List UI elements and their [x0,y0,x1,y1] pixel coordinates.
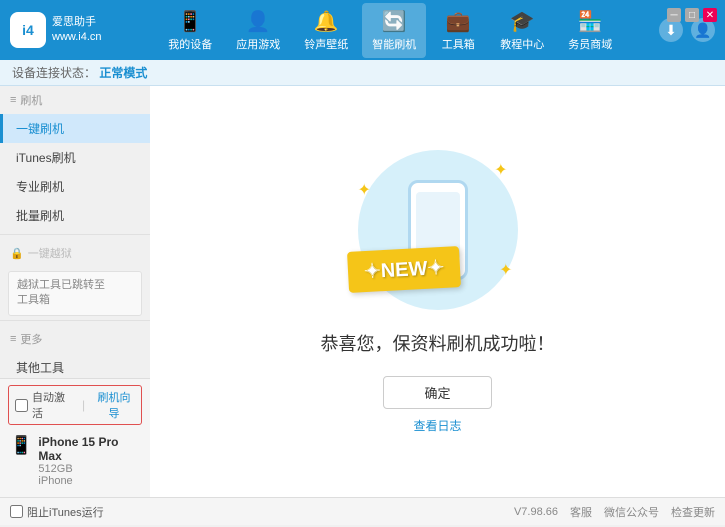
sparkle-icon-1: ✦ [494,160,507,180]
nav-item-toolbox[interactable]: 💼 工具箱 [430,3,486,58]
guide-button[interactable]: 刷机向导 [93,389,135,421]
more-group-icon: ≡ [10,333,16,345]
confirm-button[interactable]: 确定 [383,376,491,409]
nav-item-tutorial[interactable]: 🎓 教程中心 [490,3,554,58]
sidebar-item-pro-flash[interactable]: 专业刷机 [0,172,150,201]
store-nav-icon: 🏪 [578,9,603,34]
jailbreak-notice: 越狱工具已跳转至工具箱 [8,271,142,316]
bottom-left: 阻止iTunes运行 [10,504,104,520]
phone-icon: 📱 [10,435,32,456]
sidebar-section-more: ≡ 更多 其他工具 下载固件 高级功能 [0,325,150,378]
sidebar-group-more-header: ≡ 更多 [0,325,150,353]
nav-item-store[interactable]: 🏪 务员商域 [558,3,622,58]
phone-circle: ✦ ✦ ✦ ✦NEW✦ [358,150,518,310]
device-info: 📱 iPhone 15 Pro Max 512GB iPhone [8,431,142,491]
device-panel: 自动激活 | 刷机向导 📱 iPhone 15 Pro Max 512GB iP… [0,378,150,497]
sparkle-icon-2: ✦ [358,180,371,200]
toolbox-nav-icon: 💼 [446,9,471,34]
status-bar: 设备连接状态： 正常模式 [0,60,725,86]
nav-item-ringtones[interactable]: 🔔 铃声壁纸 [294,3,358,58]
sidebar-group-jailbreak-header: 🔒 一键越狱 [0,239,150,267]
header: i4 爱思助手 www.i4.cn 📱 我的设备 👤 应用游戏 🔔 铃声壁纸 🔄 [0,0,725,60]
tutorial-nav-icon: 🎓 [510,9,535,34]
logo-icon: i4 [10,12,46,48]
wechat-link[interactable]: 微信公众号 [604,504,659,520]
sidebar-section-jailbreak: 🔒 一键越狱 越狱工具已跳转至工具箱 [0,239,150,316]
phone-illustration: ✦ ✦ ✦ ✦NEW✦ [358,150,518,310]
check-update-link[interactable]: 检查更新 [671,504,715,520]
main-area: ≡ 刷机 一键刷机 iTunes刷机 专业刷机 批量刷机 [0,86,725,497]
nav-item-smart-flash[interactable]: 🔄 智能刷机 [362,3,426,58]
device-storage: 512GB [38,463,140,475]
version-label: V7.98.66 [514,506,558,518]
customer-service-link[interactable]: 客服 [570,504,592,520]
apps-nav-icon: 👤 [246,9,271,34]
sidebar-scroll: ≡ 刷机 一键刷机 iTunes刷机 专业刷机 批量刷机 [0,86,150,378]
flash-group-icon: ≡ [10,94,16,106]
window-controls: ─ □ ✕ [667,8,717,22]
device-nav-icon: 📱 [178,9,203,34]
success-message: 恭喜您，保资料刷机成功啦！ [321,330,555,356]
new-badge: ✦NEW✦ [347,246,461,293]
auto-activate-row: 自动激活 | 刷机向导 [8,385,142,425]
sidebar-item-itunes-flash[interactable]: iTunes刷机 [0,143,150,172]
bottom-bar: 阻止iTunes运行 V7.98.66 客服 微信公众号 检查更新 [0,497,725,525]
sidebar-divider-1 [0,234,150,235]
bottom-right: V7.98.66 客服 微信公众号 检查更新 [514,504,715,520]
nav-bar: 📱 我的设备 👤 应用游戏 🔔 铃声壁纸 🔄 智能刷机 💼 工具箱 🎓 [122,3,659,58]
device-details: iPhone 15 Pro Max 512GB iPhone [38,435,140,487]
log-link[interactable]: 查看日志 [413,417,461,434]
itunes-checkbox[interactable] [10,505,23,518]
sidebar-item-other-tools[interactable]: 其他工具 [0,353,150,378]
nav-item-my-device[interactable]: 📱 我的设备 [158,3,222,58]
sidebar-divider-2 [0,320,150,321]
maximize-button[interactable]: □ [685,8,699,22]
smart-flash-nav-icon: 🔄 [382,9,407,34]
device-name: iPhone 15 Pro Max [38,435,140,463]
logo: i4 爱思助手 www.i4.cn [10,12,102,48]
nav-item-apps[interactable]: 👤 应用游戏 [226,3,290,58]
content-area: ✦ ✦ ✦ ✦NEW✦ 恭喜您，保资料刷机成功啦！ 确定 查看日志 [150,86,725,497]
sidebar-item-one-key-flash[interactable]: 一键刷机 [0,114,150,143]
close-button[interactable]: ✕ [703,8,717,22]
auto-activate-checkbox[interactable] [15,399,28,412]
sidebar-group-flash-header: ≡ 刷机 [0,86,150,114]
sidebar-item-batch-flash[interactable]: 批量刷机 [0,201,150,230]
device-type: iPhone [38,475,140,487]
sidebar-section-flash: ≡ 刷机 一键刷机 iTunes刷机 专业刷机 批量刷机 [0,86,150,230]
lock-icon: 🔒 [10,247,24,260]
sidebar: ≡ 刷机 一键刷机 iTunes刷机 专业刷机 批量刷机 [0,86,150,497]
minimize-button[interactable]: ─ [667,8,681,22]
logo-text: 爱思助手 www.i4.cn [52,15,102,46]
sparkle-icon-3: ✦ [499,260,512,280]
itunes-checkbox-label[interactable]: 阻止iTunes运行 [10,504,104,520]
ringtone-nav-icon: 🔔 [314,9,339,34]
